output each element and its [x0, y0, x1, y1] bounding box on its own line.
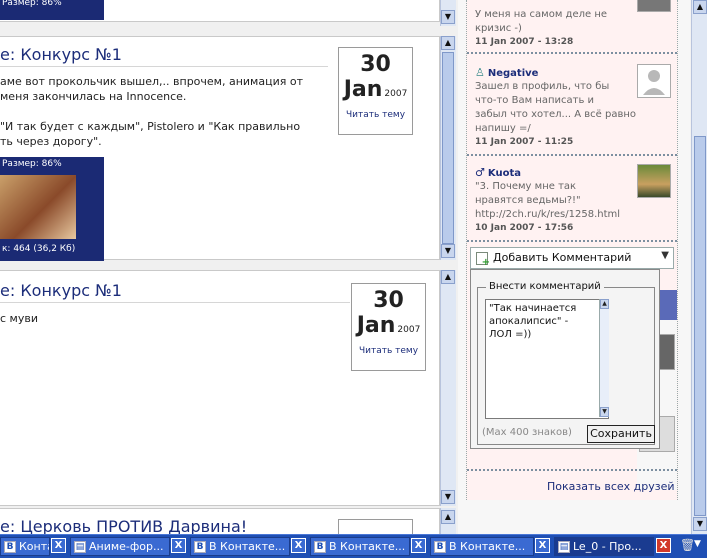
date-year: 2007 [384, 89, 408, 99]
avatar-placeholder-icon[interactable] [637, 64, 671, 98]
scroll-thumb[interactable] [694, 136, 706, 516]
vk-icon: В [4, 541, 16, 553]
add-comment-label: Добавить Комментарий [493, 251, 632, 264]
comment-textarea[interactable]: "Так начинается апокалипсис" - ЛОЛ =)) [485, 299, 609, 419]
vk-icon: В [314, 541, 326, 553]
post-card: е: Церковь ПРОТИВ Дарвина! [0, 508, 440, 534]
post-thumbnail[interactable]: Размер: 86% к: 464 (36,2 Кб) [0, 157, 104, 261]
post-scrollbar[interactable]: ▲ ▼ [440, 270, 456, 506]
chevron-down-icon[interactable]: ▼ [661, 250, 669, 261]
taskbar: ВКонтакте... X ▤Аниме-фор... X ВВ Контак… [0, 534, 707, 558]
date-day: 30 [373, 288, 404, 313]
add-comment-icon [476, 252, 490, 268]
max-length-hint: (Max 400 знаков) [482, 427, 572, 438]
posts-column: Размер: 86% е: Конкурс №1 аме вот прокол… [0, 0, 458, 534]
post-thumbnail[interactable]: Размер: 86% [0, 0, 104, 20]
post-scrollbar[interactable]: ▲ ▼ [440, 36, 456, 260]
taskbar-item[interactable]: ВВ Контакте... [310, 537, 410, 556]
fieldset-legend: Внести комментарий [486, 281, 604, 292]
post-title[interactable]: е: Конкурс №1 [0, 281, 122, 300]
taskbar-item[interactable]: ВКонтакте... [0, 537, 50, 556]
sidebar: У меня на самом деле не кризис -) 11 Jan… [458, 0, 690, 534]
date-month: Jan [356, 313, 396, 338]
doc-icon: ▤ [74, 541, 86, 553]
comment-text: Зашел в профиль, что бы что-то Вам напис… [475, 81, 636, 134]
vk-icon: В [434, 541, 446, 553]
image-caption: к: 464 (36,2 Кб) [2, 244, 76, 254]
date-box: 30 Jan 2007 Читать тему [338, 47, 413, 135]
avatar[interactable] [637, 0, 671, 12]
post-card: е: Конкурс №1 с муви 30 Jan 2007 Читать т… [0, 270, 440, 506]
male-icon: ♂ [475, 166, 485, 179]
scroll-up-icon[interactable]: ▲ [441, 270, 455, 284]
scroll-up-icon[interactable]: ▲ [441, 510, 455, 524]
post-scrollbar[interactable]: ▲ [440, 508, 456, 534]
post-title[interactable]: е: Конкурс №1 [0, 45, 122, 64]
scroll-up-icon[interactable]: ▲ [693, 0, 707, 14]
comment-text: "3. Почему мне так нравятся ведьмы?!" ht… [475, 181, 621, 220]
image-size-label: Размер: 86% [2, 0, 62, 8]
doc-icon: ▤ [558, 541, 570, 553]
read-topic-link[interactable]: Читать тему [339, 110, 412, 120]
comment-date: 10 Jan 2007 - 17:56 [475, 223, 574, 233]
scroll-down-icon[interactable]: ▼ [441, 490, 455, 504]
post-text: с муви [0, 312, 38, 325]
date-year: 2007 [397, 325, 421, 335]
comment-date: 11 Jan 2007 - 11:25 [475, 137, 574, 147]
post-text: аме вот прокольчик вышел,.. впрочем, ани… [0, 75, 303, 148]
scroll-down-icon[interactable]: ▼ [693, 517, 707, 531]
show-all-friends-link[interactable]: Показать всех друзей [547, 480, 675, 493]
save-button[interactable]: Сохранить [587, 425, 655, 443]
close-icon[interactable]: X [411, 538, 426, 553]
comment-fieldset: Внести комментарий "Так начинается апока… [477, 281, 655, 445]
add-comment-dropdown[interactable]: Добавить Комментарий ▼ [470, 247, 674, 269]
taskbar-item-active[interactable]: ▤ Le_0 - Про... [554, 537, 654, 556]
vk-icon: В [194, 541, 206, 553]
taskbar-item[interactable]: ▤ Аниме-фор... [70, 537, 170, 556]
close-icon[interactable]: X [656, 538, 671, 553]
post-title[interactable]: е: Церковь ПРОТИВ Дарвина! [0, 517, 247, 534]
chevron-down-icon[interactable]: ▼ [694, 539, 701, 549]
comment-author[interactable]: ♂ Kuota [475, 166, 521, 179]
taskbar-item[interactable]: ВВ Контакте... [430, 537, 534, 556]
close-icon[interactable]: X [171, 538, 186, 553]
read-topic-link[interactable]: Читать тему [352, 346, 425, 356]
page-scrollbar[interactable]: ▲ ▼ [691, 0, 707, 534]
comment-item: ♙ Negative Зашел в профиль, что бы что-то… [467, 56, 677, 156]
female-icon: ♙ [475, 66, 485, 79]
avatar[interactable] [637, 164, 671, 198]
date-box: 30 Jan 2007 Читать тему [351, 283, 426, 371]
post-card: Размер: 86% [0, 0, 440, 22]
comment-item: ♂ Kuota "3. Почему мне так нравятся ведьм… [467, 158, 677, 242]
image-size-label: Размер: 86% [2, 159, 62, 169]
comment-item: У меня на самом деле не кризис -) 11 Jan… [467, 0, 677, 54]
comment-author[interactable]: ♙ Negative [475, 66, 538, 79]
date-day: 30 [360, 52, 391, 77]
trash-icon[interactable]: 🗑 [680, 538, 695, 552]
post-scrollbar[interactable]: ▼ [440, 0, 456, 26]
post-card: е: Конкурс №1 аме вот прокольчик вышел,.… [0, 36, 440, 261]
scroll-up-icon[interactable]: ▲ [441, 36, 455, 50]
close-icon[interactable]: X [51, 538, 66, 553]
close-icon[interactable]: X [291, 538, 306, 553]
date-month: Jan [343, 77, 383, 102]
scroll-down-icon[interactable]: ▼ [441, 244, 455, 258]
scroll-down-icon[interactable]: ▼ [441, 10, 455, 24]
post-image[interactable] [0, 175, 76, 239]
scroll-thumb[interactable] [442, 52, 454, 244]
comment-popup: Внести комментарий "Так начинается апока… [470, 269, 660, 449]
taskbar-item[interactable]: ВВ Контакте... [190, 537, 290, 556]
date-box [338, 519, 413, 534]
comment-text: У меня на самом деле не кризис -) [475, 9, 608, 34]
close-icon[interactable]: X [535, 538, 550, 553]
comment-date: 11 Jan 2007 - 13:28 [475, 37, 574, 47]
